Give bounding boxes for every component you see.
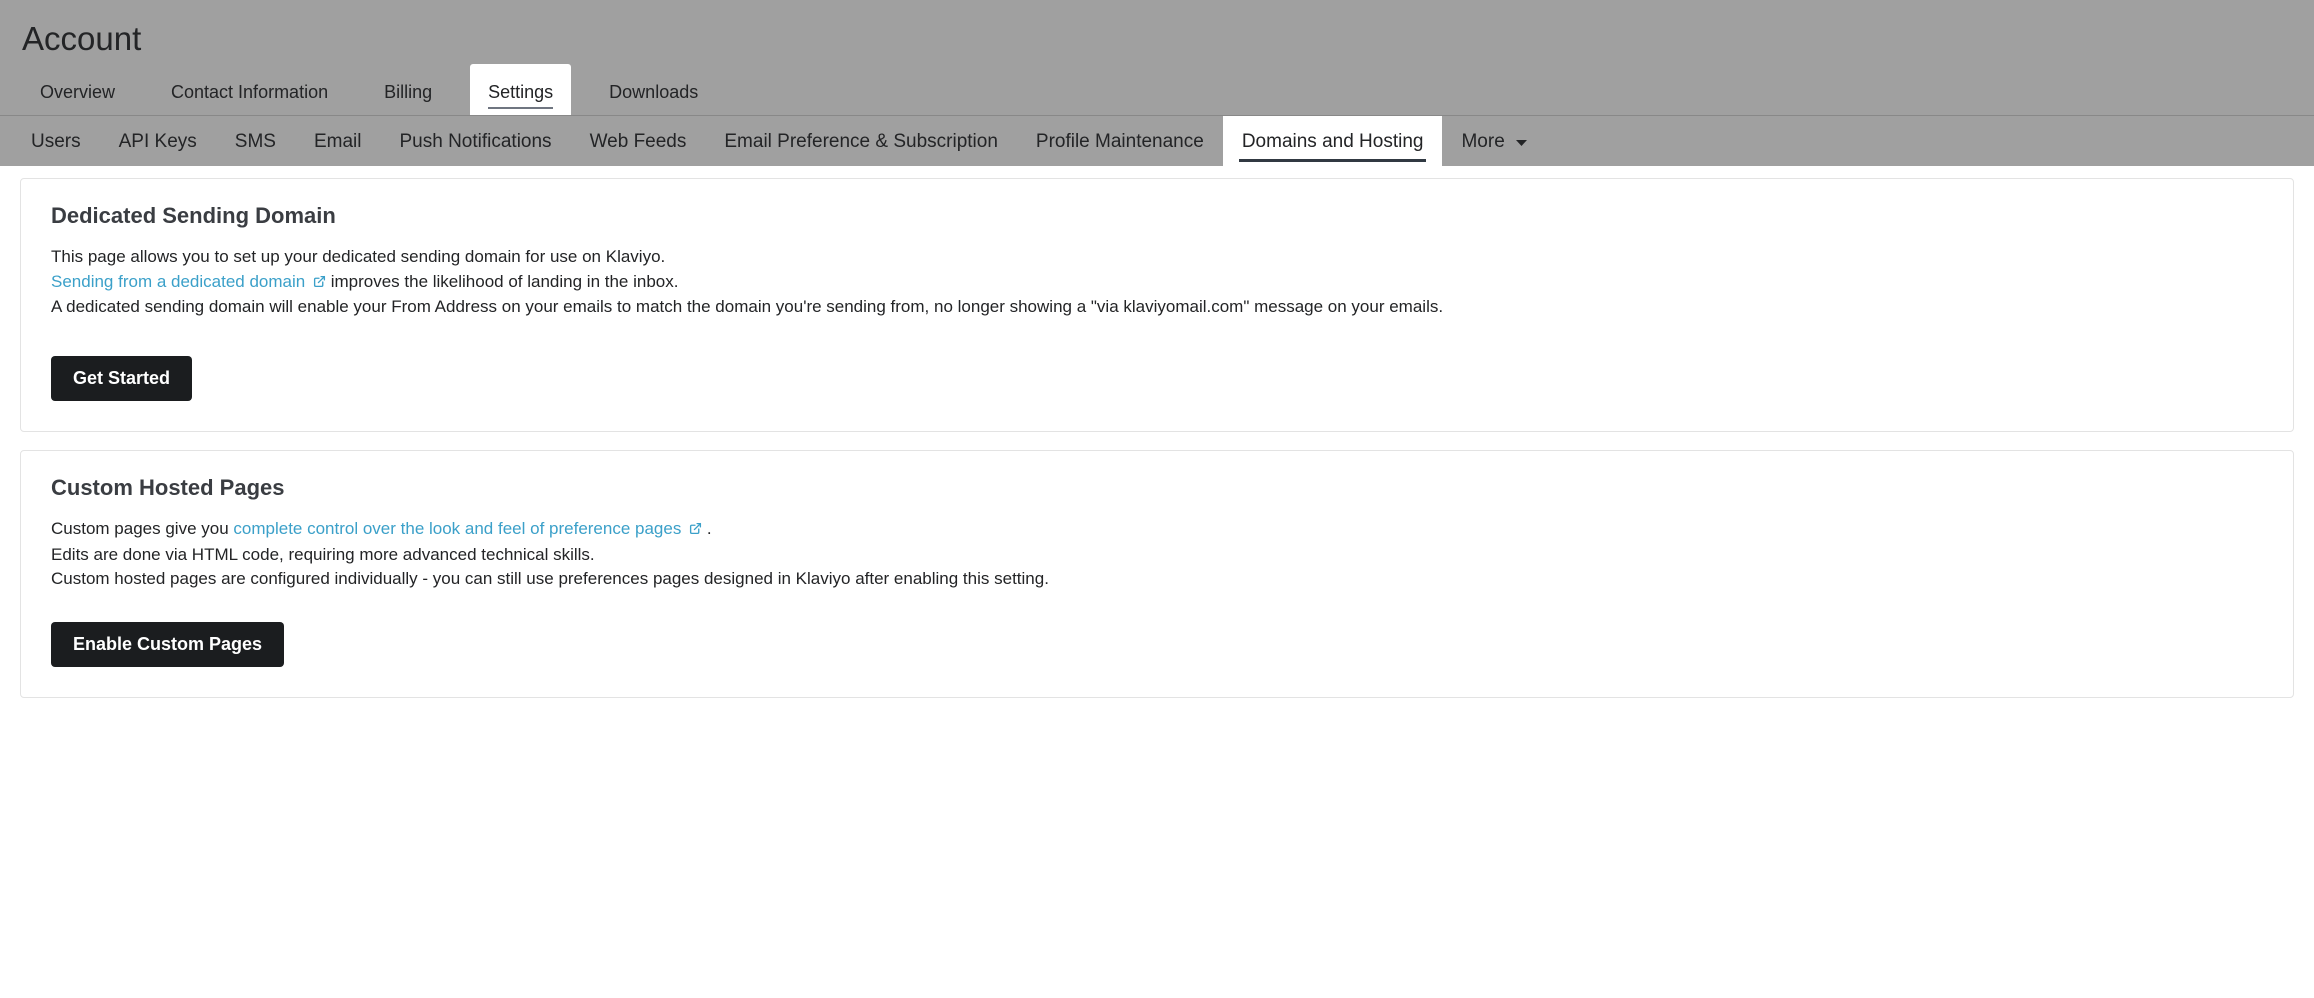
custom-line1: Custom pages give you complete control o… (51, 517, 2263, 543)
caret-down-icon (1516, 131, 1527, 153)
dedicated-line1: This page allows you to set up your dedi… (51, 245, 2263, 270)
page-title: Account (0, 0, 2314, 64)
subtab-email[interactable]: Email (295, 116, 381, 166)
custom-card-title: Custom Hosted Pages (51, 475, 2263, 501)
get-started-button[interactable]: Get Started (51, 356, 192, 401)
subtab-more-label: More (1461, 131, 1504, 152)
external-link-icon (313, 271, 326, 296)
external-link-icon (689, 518, 702, 543)
content-area: Dedicated Sending Domain This page allow… (0, 166, 2314, 728)
tab-settings[interactable]: Settings (470, 64, 571, 115)
subtab-users[interactable]: Users (12, 116, 100, 166)
subtab-more[interactable]: More (1442, 116, 1546, 166)
primary-tabs: Overview Contact Information Billing Set… (0, 64, 2314, 116)
subtab-domains-and-hosting[interactable]: Domains and Hosting (1223, 116, 1443, 166)
custom-card-body: Custom pages give you complete control o… (51, 517, 2263, 592)
subtab-email-preference-subscription[interactable]: Email Preference & Subscription (705, 116, 1017, 166)
subtab-push-notifications[interactable]: Push Notifications (380, 116, 570, 166)
custom-line3: Custom hosted pages are configured indiv… (51, 567, 2263, 592)
tab-downloads[interactable]: Downloads (591, 64, 716, 115)
dedicated-line2: Sending from a dedicated domain improves… (51, 270, 2263, 296)
tab-overview[interactable]: Overview (22, 64, 133, 115)
dedicated-card-title: Dedicated Sending Domain (51, 203, 2263, 229)
custom-hosted-pages-card: Custom Hosted Pages Custom pages give yo… (20, 450, 2294, 698)
tab-billing[interactable]: Billing (366, 64, 450, 115)
subtab-sms[interactable]: SMS (216, 116, 295, 166)
custom-line2: Edits are done via HTML code, requiring … (51, 543, 2263, 568)
subtab-api-keys[interactable]: API Keys (100, 116, 216, 166)
dedicated-domain-link[interactable]: Sending from a dedicated domain (51, 272, 331, 291)
enable-custom-pages-button[interactable]: Enable Custom Pages (51, 622, 284, 667)
secondary-tabs: Users API Keys SMS Email Push Notificati… (0, 116, 2314, 166)
dedicated-line3: A dedicated sending domain will enable y… (51, 295, 2263, 320)
subtab-web-feeds[interactable]: Web Feeds (571, 116, 706, 166)
dedicated-card-body: This page allows you to set up your dedi… (51, 245, 2263, 320)
custom-line1-after: . (707, 519, 712, 538)
custom-link-text: complete control over the look and feel … (233, 519, 681, 538)
custom-pages-link[interactable]: complete control over the look and feel … (233, 519, 706, 538)
dedicated-link-text: Sending from a dedicated domain (51, 272, 305, 291)
subtab-profile-maintenance[interactable]: Profile Maintenance (1017, 116, 1223, 166)
tab-contact-information[interactable]: Contact Information (153, 64, 346, 115)
custom-line1-before: Custom pages give you (51, 519, 233, 538)
dedicated-line2-after: improves the likelihood of landing in th… (331, 272, 679, 291)
dedicated-sending-domain-card: Dedicated Sending Domain This page allow… (20, 178, 2294, 432)
